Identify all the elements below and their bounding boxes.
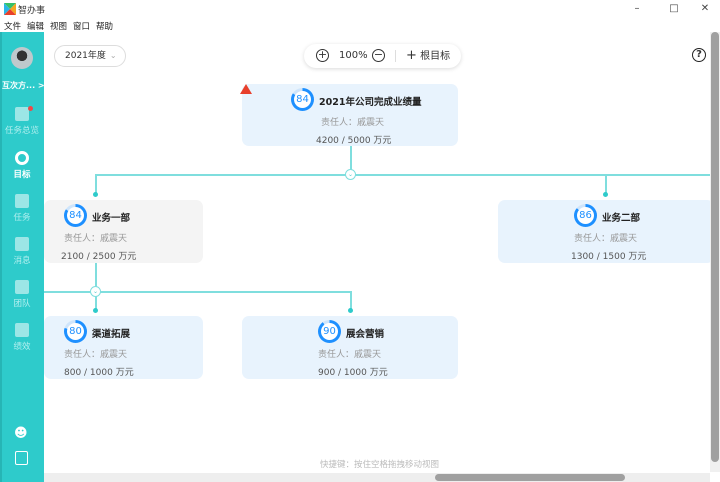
progress-ring: 84 — [64, 204, 87, 227]
sidebar-item-label: 任务 — [13, 213, 31, 223]
sidebar-item-goals[interactable]: 目标 — [0, 151, 44, 191]
goal-card-channel[interactable]: 80 渠道拓展 责任人：戚震天 800 / 1000 万元 — [44, 316, 203, 379]
menu-window[interactable]: 窗口 — [73, 20, 90, 32]
zoom-level: 100% — [339, 50, 368, 61]
close-button[interactable]: ✕ — [695, 2, 715, 16]
target-icon — [15, 151, 29, 165]
zoom-in-icon[interactable]: + — [316, 49, 329, 62]
sidebar-item-label: 绩效 — [13, 342, 31, 352]
progress-value: 80 — [67, 323, 84, 340]
menu-edit[interactable]: 编辑 — [27, 20, 44, 32]
connector — [605, 174, 607, 194]
progress-ring: 80 — [64, 320, 87, 343]
progress-value: 84 — [294, 91, 311, 108]
goal-owner: 责任人：戚震天 — [64, 234, 128, 244]
connector-dot — [93, 308, 98, 313]
title-bar — [0, 0, 720, 18]
shortcut-hint: 快捷键：按住空格拖拽移动视图 — [320, 460, 440, 470]
connector — [95, 174, 97, 194]
year-select[interactable]: 2021年度 ⌄ — [54, 45, 126, 67]
app-logo-icon — [4, 3, 16, 15]
sidebar-item-label: 任务总览 — [4, 126, 39, 136]
horizontal-scrollbar[interactable] — [435, 474, 625, 481]
user-name-label: 互次方... — [2, 81, 36, 90]
progress-value: 86 — [577, 207, 594, 224]
maximize-button[interactable]: □ — [664, 2, 684, 16]
goal-value: 2100 / 2500 万元 — [61, 252, 137, 262]
progress-ring: 84 — [291, 88, 314, 111]
performance-icon — [15, 323, 29, 337]
app-title: 智办事 — [18, 6, 46, 16]
sidebar-item-label: 消息 — [13, 256, 31, 266]
team-icon — [15, 280, 29, 294]
sidebar-item-label: 团队 — [13, 299, 31, 309]
goal-card-exhibition[interactable]: 90 展会营销 责任人：戚震天 900 / 1000 万元 — [242, 316, 458, 379]
divider — [395, 50, 396, 62]
sidebar-item-performance[interactable]: 绩效 — [0, 323, 44, 363]
goal-owner: 责任人：戚震天 — [321, 118, 385, 128]
sidebar-item-team[interactable]: 团队 — [0, 280, 44, 320]
goal-owner: 责任人：戚震天 — [574, 234, 638, 244]
list-icon — [15, 194, 29, 208]
goal-title: 2021年公司完成业绩量 — [319, 97, 422, 108]
chart-icon — [15, 107, 29, 121]
help-icon[interactable]: ? — [692, 48, 706, 62]
goal-value: 800 / 1000 万元 — [64, 368, 134, 378]
year-select-value: 2021年度 — [65, 51, 106, 61]
goal-title: 渠道拓展 — [92, 329, 131, 340]
progress-ring: 90 — [318, 320, 341, 343]
sidebar-item-messages[interactable]: 消息 — [0, 237, 44, 277]
progress-value: 90 — [321, 323, 338, 340]
menu-view[interactable]: 视图 — [50, 20, 67, 32]
goal-title: 业务二部 — [602, 213, 641, 224]
avatar[interactable] — [11, 47, 33, 69]
goal-value: 1300 / 1500 万元 — [571, 252, 647, 262]
sidebar-item-overview[interactable]: 任务总览 — [0, 107, 44, 147]
add-root-goal-label: 根目标 — [420, 51, 451, 62]
connector-dot — [348, 308, 353, 313]
plus-icon: + — [406, 48, 417, 63]
goal-owner: 责任人：戚震天 — [64, 350, 128, 360]
goal-owner: 责任人：戚震天 — [318, 350, 382, 360]
goal-card-root[interactable]: 84 2021年公司完成业绩量 责任人：戚震天 4200 / 5000 万元 — [242, 84, 458, 146]
sidebar-item-tasks[interactable]: 任务 — [0, 194, 44, 234]
menu-help[interactable]: 帮助 — [96, 20, 113, 32]
zoom-toolbar: + 100% − + 根目标 — [304, 44, 461, 68]
goal-card-dept2[interactable]: 86 业务二部 责任人：戚震天 1300 / 1500 万元 — [498, 200, 714, 263]
minimize-button[interactable]: – — [627, 2, 647, 16]
collapse-toggle[interactable]: ⌄ — [345, 169, 356, 180]
goal-value: 4200 / 5000 万元 — [316, 136, 392, 146]
vertical-scrollbar[interactable] — [711, 32, 719, 462]
goal-title: 展会营销 — [346, 329, 385, 340]
goal-title: 业务一部 — [92, 213, 131, 224]
collapse-toggle[interactable]: ⌄ — [90, 286, 101, 297]
edit-note-icon[interactable] — [15, 451, 28, 465]
progress-value: 84 — [67, 207, 84, 224]
chevron-down-icon: ⌄ — [109, 51, 117, 60]
add-member-icon[interactable]: ☻ — [14, 426, 28, 441]
message-icon — [15, 237, 29, 251]
menu-file[interactable]: 文件 — [4, 20, 21, 32]
user-name[interactable]: 互次方... > — [2, 80, 45, 91]
notification-badge — [28, 106, 33, 111]
connector — [95, 174, 710, 176]
zoom-out-icon[interactable]: − — [372, 49, 385, 62]
connector-dot — [603, 192, 608, 197]
progress-ring: 86 — [574, 204, 597, 227]
sidebar-item-label: 目标 — [13, 170, 31, 180]
connector-dot — [93, 192, 98, 197]
goal-value: 900 / 1000 万元 — [318, 368, 388, 378]
add-root-goal-button[interactable]: + 根目标 — [406, 48, 450, 65]
goal-card-dept1[interactable]: 84 业务一部 责任人：戚震天 2100 / 2500 万元 — [44, 200, 203, 263]
warning-icon — [240, 84, 252, 94]
